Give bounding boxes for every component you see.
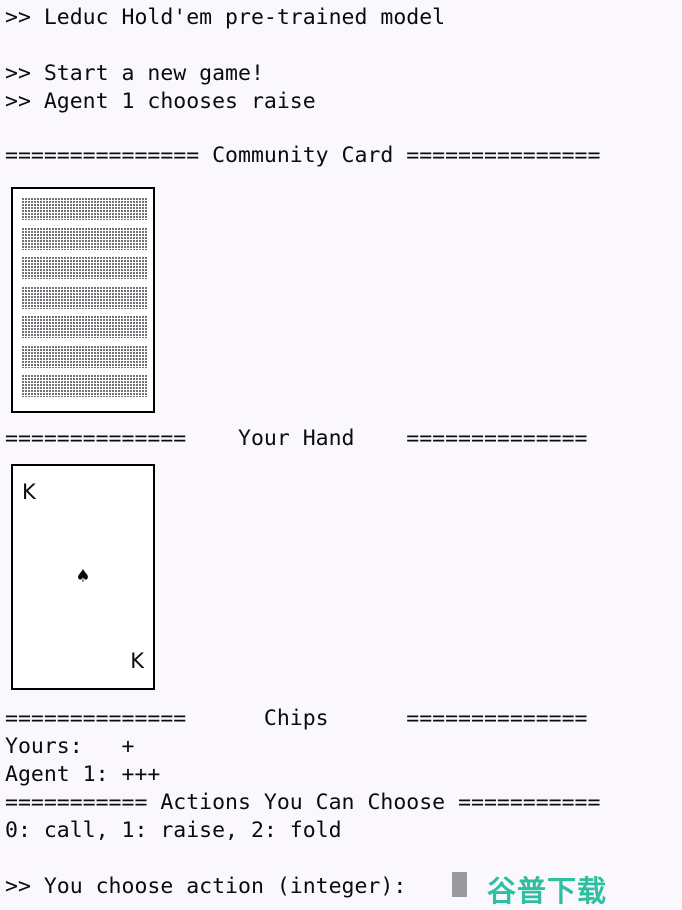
chips-separator-left: ============== — [5, 706, 187, 731]
community-separator-left: =============== — [5, 143, 200, 168]
your-hand-header: ============== Your Hand ============== — [5, 425, 588, 453]
terminal-output: >> Leduc Hold'em pre-trained model >> St… — [0, 0, 682, 908]
card-back-row — [22, 286, 147, 309]
community-separator-right: =============== — [406, 143, 601, 168]
your-hand-separator-left: ============== — [5, 426, 187, 451]
chips-agent-row: Agent 1: +++ — [5, 761, 160, 789]
action-prompt-label: >> You choose action (integer): — [5, 874, 420, 899]
spade-icon: ♠ — [75, 566, 91, 587]
chips-label: Chips — [186, 706, 407, 731]
your-hand-separator-right: ============== — [406, 426, 588, 451]
hand-card-king-of-spades: K ♠ K — [11, 464, 155, 690]
community-card-header: =============== Community Card =========… — [5, 142, 600, 170]
log-line-agent-action: >> Agent 1 chooses raise — [5, 89, 316, 114]
chips-yours-row: Yours: + — [5, 733, 134, 761]
actions-header: =========== Actions You Can Choose =====… — [5, 789, 600, 817]
actions-separator-left: =========== — [5, 790, 148, 815]
actions-separator-right: =========== — [458, 790, 601, 815]
card-back-row — [22, 257, 147, 279]
card-back-pattern — [22, 198, 147, 397]
log-line-title: >> Leduc Hold'em pre-trained model — [5, 5, 446, 30]
chips-agent-value: +++ — [121, 762, 161, 787]
community-card-label: Community Card — [199, 143, 407, 168]
actions-label: Actions You Can Choose — [147, 790, 459, 815]
log-line-new-game: >> Start a new game! — [5, 61, 264, 86]
your-hand-label: Your Hand — [186, 426, 407, 451]
actions-options-line[interactable]: 0: call, 1: raise, 2: fold — [5, 817, 342, 845]
chips-separator-right: ============== — [406, 706, 588, 731]
chips-header: ============== Chips ============== — [5, 705, 588, 733]
hand-card-rank-bottom-right: K — [130, 649, 144, 673]
community-card-face-down — [11, 187, 155, 413]
card-back-row — [22, 316, 147, 338]
card-back-row — [22, 345, 147, 368]
card-back-row — [22, 198, 147, 220]
chips-yours-value: + — [121, 734, 135, 759]
chips-agent-label: Agent 1: — [5, 762, 122, 787]
watermark-text: 谷普下载 — [487, 874, 608, 908]
card-back-row — [22, 375, 147, 397]
hand-card-rank-top-left: K — [22, 480, 36, 504]
text-cursor[interactable] — [452, 872, 467, 897]
chips-yours-label: Yours: — [5, 734, 122, 759]
card-back-row — [22, 227, 147, 250]
